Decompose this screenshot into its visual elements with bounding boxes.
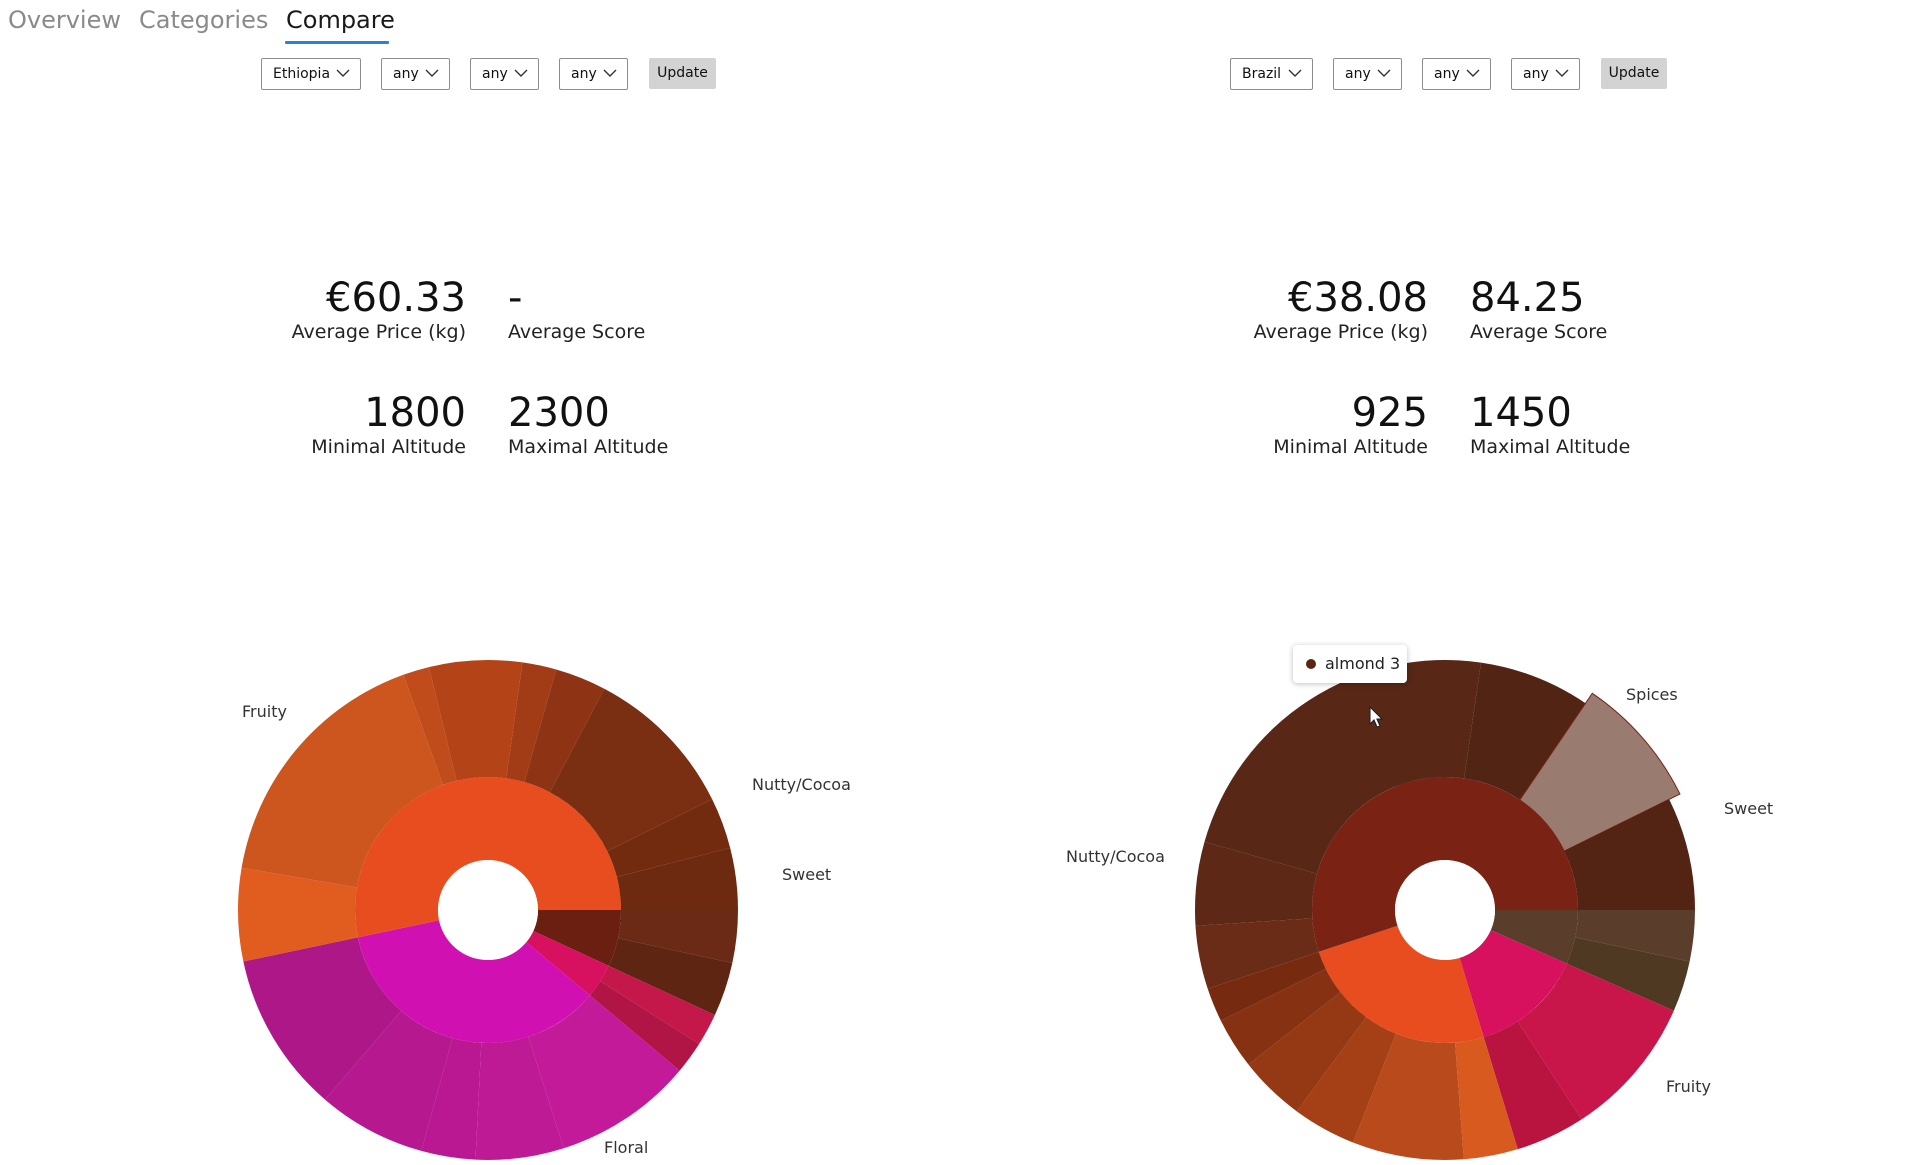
chart-label-fruity: Fruity (1666, 1077, 1711, 1096)
tooltip-color-dot (1306, 659, 1316, 669)
chart-tooltip: almond 3 (1293, 645, 1407, 683)
tooltip-text: almond 3 (1325, 654, 1401, 673)
mouse-cursor-icon (1369, 706, 1384, 728)
flavor-sunburst-chart-right[interactable]: Spices Sweet Nutty/Cocoa Fruity (0, 0, 1912, 1165)
sunburst-center-hole (1395, 860, 1495, 960)
chart-label-nutty-cocoa: Nutty/Cocoa (1066, 847, 1165, 866)
chart-label-sweet: Sweet (1724, 799, 1773, 818)
chart-label-spices: Spices (1626, 685, 1678, 704)
